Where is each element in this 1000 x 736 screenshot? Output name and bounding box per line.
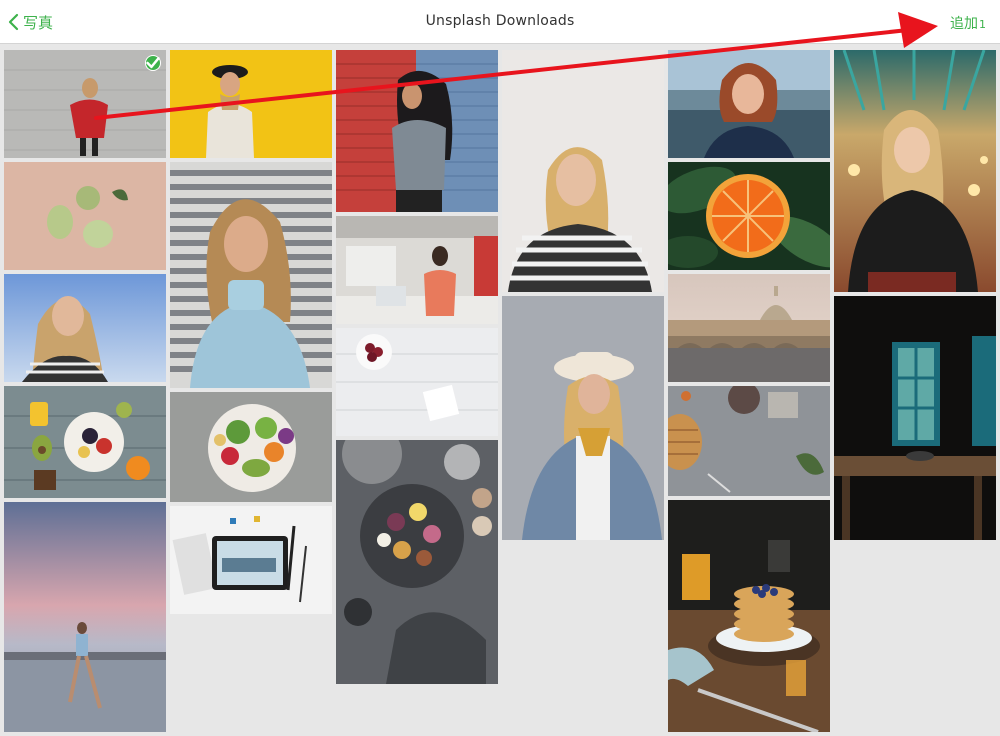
photo-woman-red-sweater-white-wall[interactable] [4,50,166,158]
photo-baking-table-pie[interactable] [668,386,830,496]
photo-dark-room-window-table[interactable] [834,296,996,540]
photo-orange-slice-leaves[interactable] [668,162,830,270]
photo-woman-office[interactable] [336,216,498,324]
photo-blonde-woman-gallery[interactable] [834,50,996,292]
photo-woman-hat-denim-jacket[interactable] [502,296,664,540]
photo-blonde-woman-blue-turtleneck[interactable] [170,162,332,388]
photo-salad-bowl[interactable] [170,392,332,502]
photo-pears-pink-background[interactable] [4,162,166,270]
photo-woman-gray-sweater-brick-wall[interactable] [336,50,498,212]
photo-woman-glasses-blue-sky[interactable] [4,274,166,382]
photo-rome-vatican-river[interactable] [668,274,830,382]
photo-grid [0,0,1000,732]
photo-avocado-breakfast-table[interactable] [4,386,166,498]
photo-cherries-white-table[interactable] [336,328,498,436]
photo-redhead-woman-lake[interactable] [668,50,830,158]
photo-woman-black-hat-yellow-wall[interactable] [170,50,332,158]
photo-woman-beach-sunset[interactable] [4,502,166,732]
photo-food-platter-figs[interactable] [336,440,498,684]
photo-blonde-woman-striped-shirt[interactable] [502,50,664,292]
photo-pancakes-blueberries[interactable] [668,500,830,732]
photo-tablet-desk-flatlay[interactable] [170,506,332,614]
selected-checkmark-icon [145,55,161,71]
